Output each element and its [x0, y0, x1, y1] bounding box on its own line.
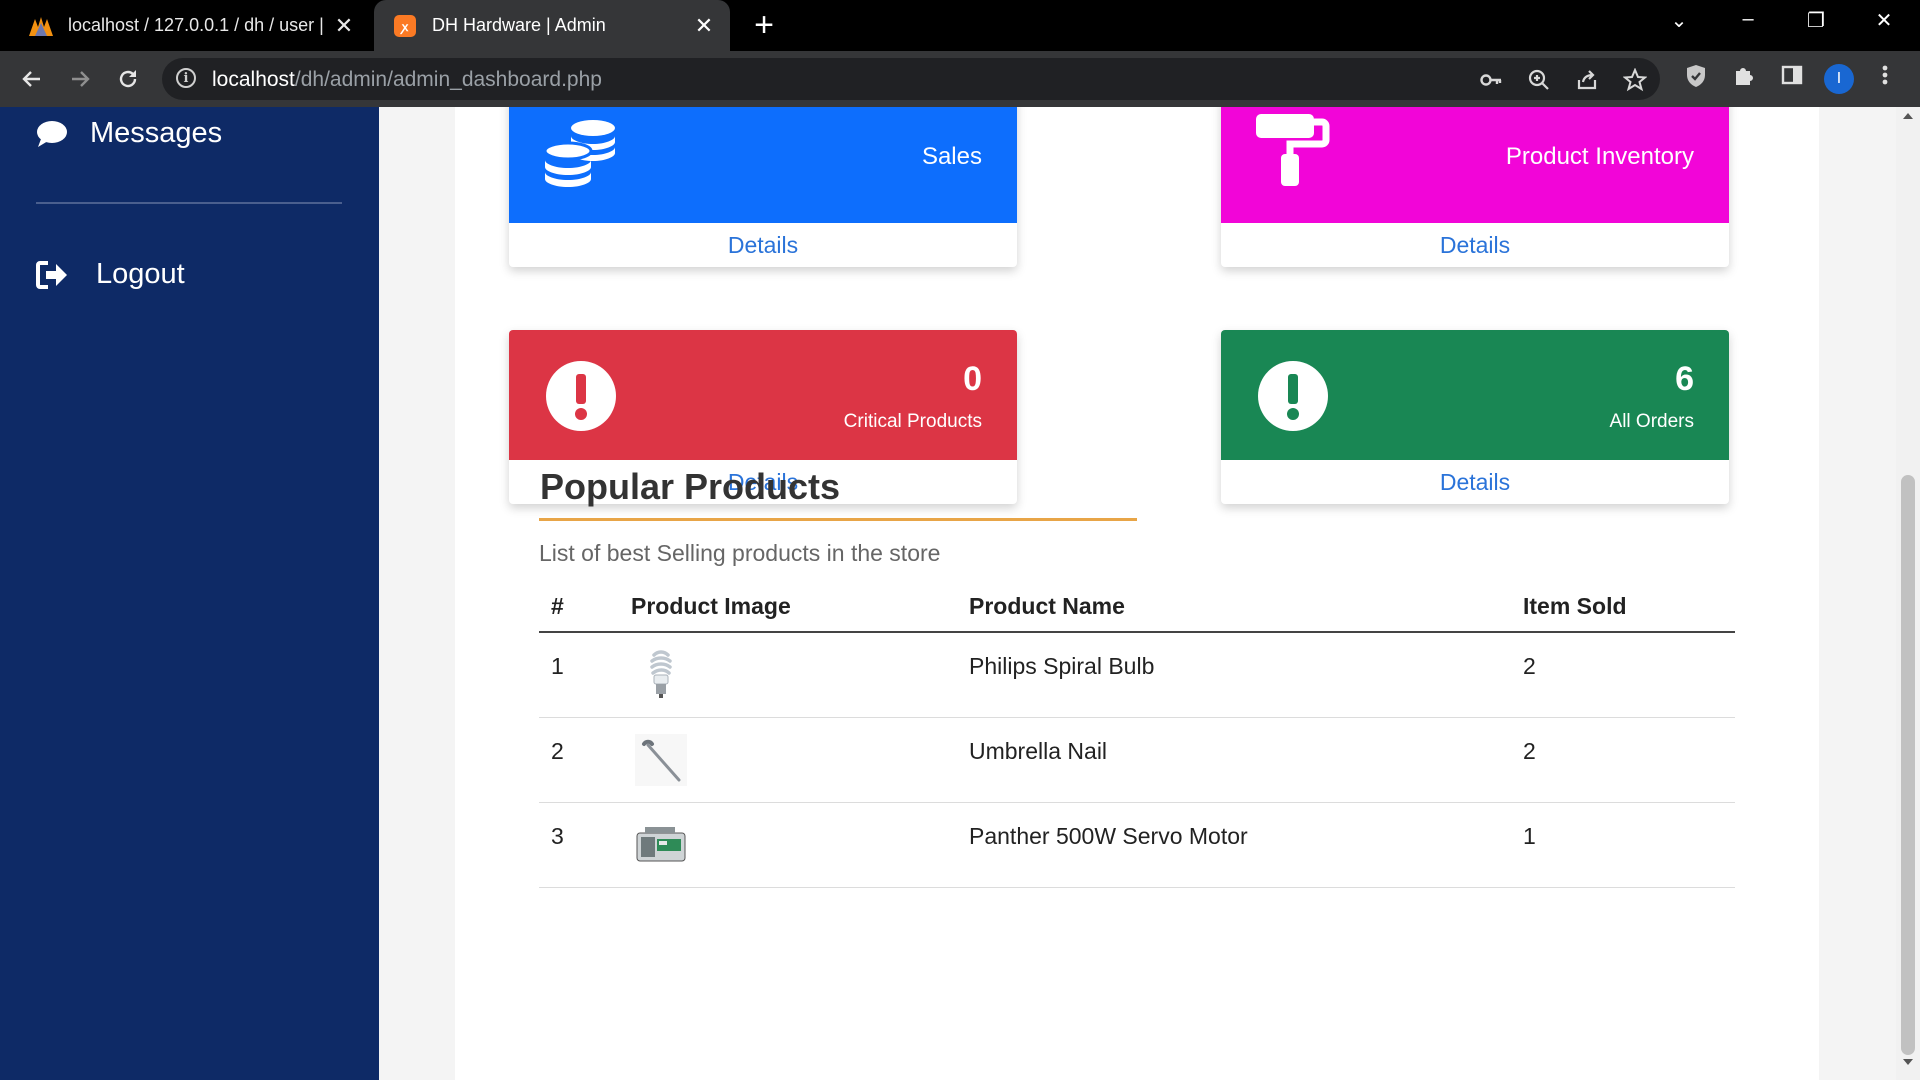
critical-products-count: 0 — [963, 360, 982, 398]
tab-title: localhost / 127.0.0.1 / dh / user | — [68, 15, 324, 35]
inventory-card: Product Inventory Details — [1221, 107, 1729, 267]
coins-icon — [543, 116, 617, 190]
spiral-bulb-image — [635, 649, 687, 701]
side-panel-icon[interactable] — [1777, 63, 1807, 93]
column-header-sold: Item Sold — [1523, 581, 1735, 633]
back-arrow-icon[interactable] — [14, 61, 50, 97]
page-scrollbar[interactable] — [1896, 107, 1920, 1080]
inventory-details-link[interactable]: Details — [1221, 223, 1729, 267]
scroll-up-arrow-icon[interactable] — [1903, 113, 1913, 119]
sidebar-item-messages[interactable]: Messages — [34, 117, 222, 150]
browser-tab-strip: localhost / 127.0.0.1 / dh / user | ✕ ꭗ … — [0, 0, 1920, 51]
scrollbar-thumb[interactable] — [1901, 475, 1915, 1055]
xampp-favicon-icon: ꭗ — [392, 14, 418, 38]
sidebar-item-label: Messages — [90, 117, 223, 149]
umbrella-nail-image — [635, 734, 687, 786]
minimize-button[interactable]: – — [1728, 8, 1768, 31]
bookmark-star-icon[interactable] — [1621, 66, 1649, 94]
sidebar-item-logout[interactable]: Logout — [34, 258, 185, 291]
card-header: Product Inventory — [1221, 107, 1729, 223]
column-header-name: Product Name — [969, 581, 1523, 633]
card-label: Critical Products — [843, 411, 982, 432]
table-row: 2 Umbrella Nail 2 — [539, 717, 1735, 803]
card-label: Sales — [921, 143, 982, 170]
sales-card: Sales Details — [509, 107, 1017, 267]
new-tab-button[interactable]: + — [748, 6, 780, 45]
address-bar[interactable]: i localhost/dh/admin/admin_dashboard.php — [162, 58, 1660, 100]
window-close-button[interactable]: ✕ — [1864, 8, 1904, 33]
items-sold: 2 — [1523, 738, 1536, 764]
browser-toolbar: i localhost/dh/admin/admin_dashboard.php… — [0, 51, 1920, 107]
browser-tab-admin[interactable]: ꭗ DH Hardware | Admin ✕ — [374, 0, 730, 51]
table-row: 3 Panther 500W Servo Motor 1 — [539, 802, 1735, 888]
comment-icon — [34, 118, 70, 150]
row-number: 3 — [551, 823, 564, 849]
url-text[interactable]: localhost/dh/admin/admin_dashboard.php — [212, 68, 602, 92]
sidebar-divider — [36, 202, 342, 204]
column-header-image: Product Image — [631, 581, 969, 633]
card-label: All Orders — [1609, 411, 1694, 432]
tab-title: DH Hardware | Admin — [432, 15, 606, 35]
browser-tab-phpmyadmin[interactable]: localhost / 127.0.0.1 / dh / user | ✕ — [0, 0, 370, 51]
profile-avatar[interactable]: I — [1824, 64, 1854, 94]
row-number: 2 — [551, 738, 564, 764]
sign-out-icon — [34, 259, 70, 291]
card-header: 6 All Orders — [1221, 330, 1729, 460]
items-sold: 1 — [1523, 823, 1536, 849]
sidebar-item-label: Logout — [96, 258, 185, 290]
phpmyadmin-favicon-icon — [28, 14, 54, 38]
servo-motor-image — [635, 819, 687, 871]
page-viewport: Messages Logout Sales Details Product In… — [0, 107, 1920, 1080]
close-tab-icon[interactable]: ✕ — [332, 13, 356, 39]
sales-details-link[interactable]: Details — [509, 223, 1017, 267]
items-sold: 2 — [1523, 653, 1536, 679]
product-name: Panther 500W Servo Motor — [969, 823, 1248, 849]
table-row: 1 Philips Spiral Bulb 2 — [539, 632, 1735, 718]
sidebar: Messages Logout — [0, 107, 379, 1080]
row-number: 1 — [551, 653, 564, 679]
column-header-number: # — [539, 581, 631, 633]
extensions-puzzle-icon[interactable] — [1729, 63, 1759, 93]
restore-button[interactable]: ❐ — [1796, 8, 1836, 33]
reload-icon[interactable] — [110, 61, 146, 97]
shield-extension-icon[interactable] — [1681, 63, 1711, 93]
card-header: Sales — [509, 107, 1017, 223]
zoom-icon[interactable] — [1525, 66, 1553, 94]
product-name: Umbrella Nail — [969, 738, 1108, 764]
all-orders-count: 6 — [1675, 360, 1694, 398]
title-underline — [539, 518, 1137, 521]
exclamation-circle-icon — [545, 360, 619, 434]
paint-roller-icon — [1256, 114, 1330, 188]
popular-products-subtitle: List of best Selling products in the sto… — [539, 540, 941, 566]
key-icon[interactable] — [1477, 66, 1505, 94]
popular-products-table: # Product Image Product Name Item Sold 1 — [539, 581, 1735, 888]
site-info-icon[interactable]: i — [176, 68, 196, 88]
forward-arrow-icon[interactable] — [62, 61, 98, 97]
tab-search-icon[interactable]: ⌄ — [1659, 8, 1699, 33]
share-icon[interactable] — [1573, 66, 1601, 94]
card-header: 0 Critical Products — [509, 330, 1017, 460]
product-name: Philips Spiral Bulb — [969, 653, 1155, 679]
table-header-row: # Product Image Product Name Item Sold — [539, 581, 1735, 633]
all-orders-details-link[interactable]: Details — [1221, 460, 1729, 504]
exclamation-circle-icon — [1257, 360, 1331, 434]
all-orders-card: 6 All Orders Details — [1221, 330, 1729, 504]
scroll-down-arrow-icon[interactable] — [1903, 1059, 1913, 1065]
more-menu-icon[interactable] — [1870, 63, 1900, 93]
card-label: Product Inventory — [1505, 143, 1694, 170]
close-tab-icon[interactable]: ✕ — [692, 13, 716, 39]
popular-products-title: Popular Products — [540, 466, 841, 507]
